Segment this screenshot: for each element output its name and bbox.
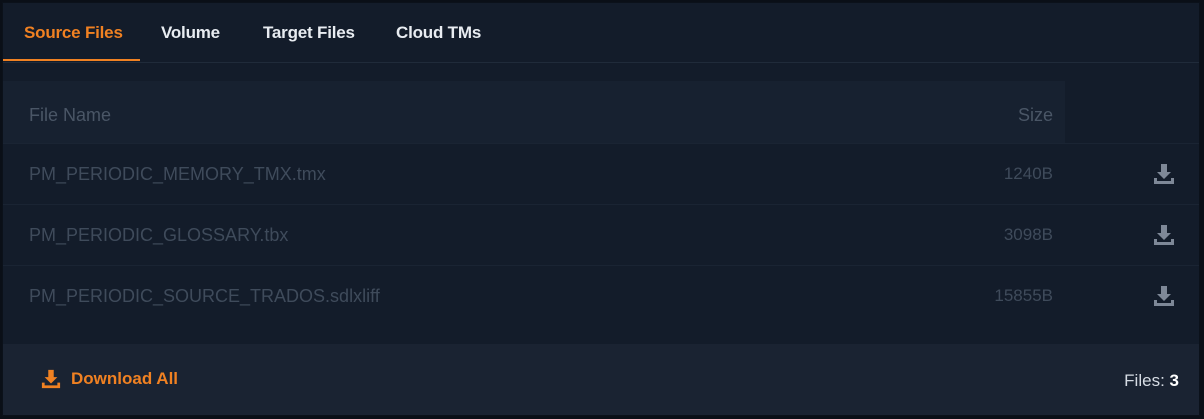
column-header-file-name: File Name — [29, 105, 112, 125]
download-icon[interactable] — [1153, 285, 1175, 307]
column-header-size: Size — [1017, 105, 1053, 125]
files-count-value: 3 — [1169, 371, 1179, 390]
download-all-label: Download All — [71, 369, 179, 388]
tab-volume[interactable]: Volume — [161, 23, 220, 43]
download-icon — [41, 369, 61, 389]
file-size: 15855B — [994, 286, 1053, 305]
table-row: PM_PERIODIC_MEMORY_TMX.tmx 1240B — [3, 143, 1199, 205]
file-name: PM_PERIODIC_MEMORY_TMX.tmx — [29, 164, 326, 184]
download-icon[interactable] — [1153, 163, 1175, 185]
files-count-label: Files: — [1124, 371, 1165, 390]
table-header: File Name Size — [3, 81, 1065, 143]
file-name: PM_PERIODIC_GLOSSARY.tbx — [29, 225, 289, 245]
tab-bar: Source Files Volume Target Files Cloud T… — [3, 3, 1199, 63]
file-name: PM_PERIODIC_SOURCE_TRADOS.sdlxliff — [29, 286, 380, 306]
source-files-panel: Source Files Volume Target Files Cloud T… — [2, 2, 1200, 416]
tab-target-files[interactable]: Target Files — [263, 23, 355, 43]
panel-footer: Download All Files: 3 — [3, 344, 1199, 415]
files-count: Files: 3 — [1124, 371, 1179, 391]
download-all-button[interactable]: Download All — [41, 369, 178, 389]
tab-cloud-tms[interactable]: Cloud TMs — [396, 23, 481, 43]
tab-source-files[interactable]: Source Files — [24, 23, 123, 43]
table-row: PM_PERIODIC_GLOSSARY.tbx 3098B — [3, 204, 1199, 266]
download-icon[interactable] — [1153, 224, 1175, 246]
file-size: 1240B — [1003, 164, 1053, 183]
active-tab-indicator — [3, 59, 140, 61]
file-size: 3098B — [1003, 225, 1053, 244]
table-row: PM_PERIODIC_SOURCE_TRADOS.sdlxliff 15855… — [3, 265, 1199, 327]
